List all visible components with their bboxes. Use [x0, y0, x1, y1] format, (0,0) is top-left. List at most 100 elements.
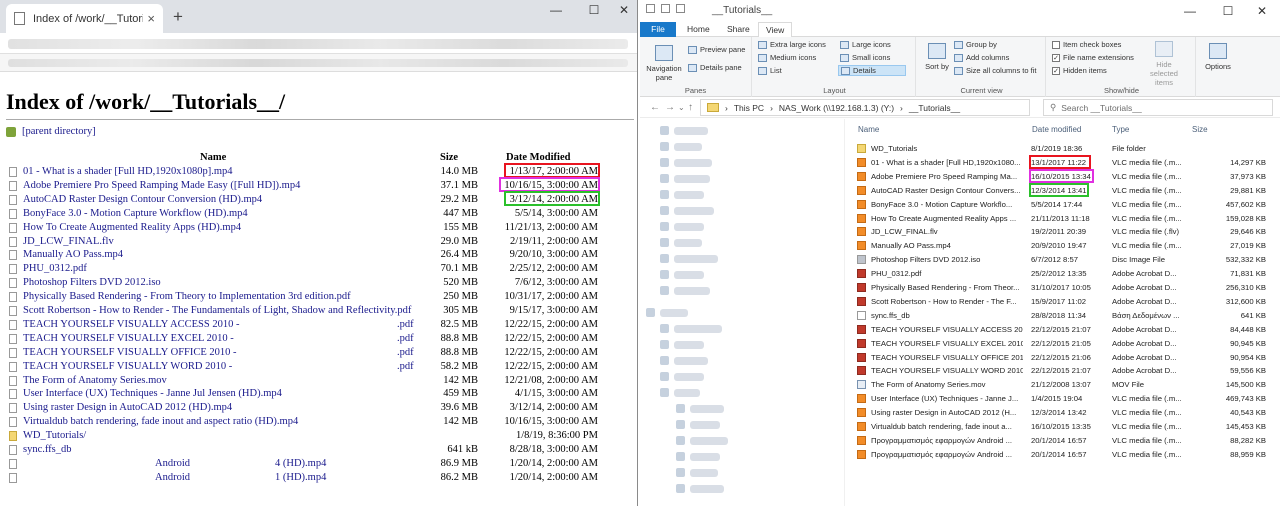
explorer-maximize-button[interactable]: ☐ — [1218, 4, 1238, 18]
explorer-minimize-button[interactable]: — — [1180, 4, 1200, 18]
close-button[interactable]: ✕ — [614, 3, 634, 17]
new-folder-icon[interactable] — [676, 4, 685, 13]
extra-large-icons-option[interactable]: Extra large icons — [758, 40, 826, 49]
file-link[interactable]: Android — [155, 458, 190, 469]
nav-item-blurred[interactable] — [660, 222, 704, 231]
file-link[interactable]: How To Create Augmented Reality Apps (HD… — [23, 222, 241, 233]
nav-item-blurred[interactable] — [646, 308, 688, 317]
file-link[interactable]: Virtualdub batch rendering, fade inout a… — [23, 416, 298, 427]
file-row[interactable]: How To Create Augmented Reality Apps ...… — [852, 211, 1280, 225]
tab-file[interactable]: File — [640, 22, 676, 37]
column-date-modified[interactable]: Date modified — [1032, 125, 1081, 134]
file-row[interactable]: The Form of Anatomy Series.mov 21/12/2008… — [852, 377, 1280, 391]
add-columns-button[interactable]: Add columns — [954, 53, 1009, 62]
nav-item-blurred[interactable] — [660, 286, 710, 295]
file-link[interactable]: Adobe Premiere Pro Speed Ramping Made Ea… — [23, 180, 300, 191]
nav-item-blurred[interactable] — [660, 356, 708, 365]
small-icons-option[interactable]: Small icons — [840, 53, 890, 62]
file-link[interactable]: Physically Based Rendering - From Theory… — [23, 291, 351, 302]
nav-item-blurred[interactable] — [660, 270, 704, 279]
nav-item-blurred[interactable] — [676, 420, 720, 429]
column-size[interactable]: Size — [1192, 125, 1208, 134]
maximize-button[interactable]: ☐ — [584, 3, 604, 17]
item-check-boxes-toggle[interactable]: Item check boxes — [1052, 40, 1121, 49]
medium-icons-option[interactable]: Medium icons — [758, 53, 816, 62]
file-name-extensions-checkbox[interactable]: ✓ — [1052, 53, 1060, 62]
back-arrow-icon[interactable]: ← — [650, 102, 660, 113]
file-link[interactable]: TEACH YOURSELF VISUALLY ACCESS 2010 - — [23, 319, 239, 330]
up-arrow-icon[interactable]: ↑ — [688, 102, 693, 113]
file-link[interactable]: Android — [155, 472, 190, 483]
file-link[interactable]: Photoshop Filters DVD 2012.iso — [23, 277, 161, 288]
nav-item-blurred[interactable] — [676, 404, 724, 413]
file-row[interactable]: PHU_0312.pdf 25/2/2012 13:35 Adobe Acrobat… — [852, 266, 1280, 280]
new-tab-button[interactable]: + — [173, 7, 183, 27]
tab-view[interactable]: View — [758, 22, 793, 37]
file-row[interactable]: TEACH YOURSELF VISUALLY ACCESS 2010 ... 2… — [852, 322, 1280, 336]
hidden-items-toggle[interactable]: ✓ Hidden items — [1052, 66, 1107, 75]
nav-item-blurred[interactable] — [676, 452, 720, 461]
options-button[interactable]: Options — [1202, 43, 1234, 71]
file-link[interactable]: The Form of Anatomy Series.mov — [23, 375, 167, 386]
file-row[interactable]: 01 - What is a shader [Full HD,1920x1080… — [852, 155, 1280, 169]
navigation-pane-button[interactable]: Navigation pane — [643, 45, 685, 82]
file-link-extension[interactable]: .pdf — [397, 319, 414, 330]
file-row[interactable]: Physically Based Rendering - From Theor.… — [852, 280, 1280, 294]
column-header-name[interactable]: Name — [200, 152, 226, 163]
nav-item-blurred[interactable] — [676, 468, 718, 477]
file-link[interactable]: TEACH YOURSELF VISUALLY EXCEL 2010 - — [23, 333, 234, 344]
breadcrumb[interactable]: › This PC › NAS_Work (\\192.168.1.3) (Y:… — [700, 99, 1030, 116]
breadcrumb-this-pc[interactable]: This PC — [734, 103, 764, 113]
file-link[interactable]: BonyFace 3.0 - Motion Capture Workflow (… — [23, 208, 248, 219]
hidden-items-checkbox[interactable]: ✓ — [1052, 66, 1060, 75]
column-header-size[interactable]: Size — [440, 152, 458, 163]
file-row[interactable]: AutoCAD Raster Design Contour Convers...… — [852, 183, 1280, 197]
nav-item-blurred[interactable] — [660, 158, 712, 167]
large-icons-option[interactable]: Large icons — [840, 40, 891, 49]
file-link[interactable]: PHU_0312.pdf — [23, 263, 87, 274]
file-row[interactable]: Scott Robertson - How to Render - The F.… — [852, 294, 1280, 308]
file-link-extension[interactable]: .pdf — [397, 361, 414, 372]
breadcrumb-nas-work[interactable]: NAS_Work (\\192.168.1.3) (Y:) — [779, 103, 894, 113]
file-link-extension[interactable]: 1 (HD).mp4 — [275, 472, 326, 483]
file-row[interactable]: WD_Tutorials 8/1/2019 18:36 File folder — [852, 141, 1280, 155]
file-link[interactable]: Using raster Design in AutoCAD 2012 (HD)… — [23, 402, 232, 413]
minimize-button[interactable]: — — [546, 3, 566, 17]
file-row[interactable]: Photoshop Filters DVD 2012.iso 6/7/2012 8… — [852, 252, 1280, 266]
list-option[interactable]: List — [758, 66, 782, 75]
nav-item-blurred[interactable] — [660, 388, 700, 397]
file-row[interactable]: Προγραμματισμός εφαρμογών Android ... 20/… — [852, 433, 1280, 447]
search-input[interactable]: Search __Tutorials__ — [1061, 103, 1141, 113]
search-box[interactable]: ⚲ Search __Tutorials__ — [1043, 99, 1273, 116]
file-row[interactable]: Προγραμματισμός εφαρμογών Android ... 20/… — [852, 447, 1280, 461]
file-row[interactable]: Adobe Premiere Pro Speed Ramping Ma... 16… — [852, 169, 1280, 183]
sort-by-button[interactable]: Sort by — [924, 43, 950, 71]
file-link[interactable]: WD_Tutorials/ — [23, 430, 86, 441]
file-row[interactable]: sync.ffs_db 28/8/2018 11:34 Βάση Δεδομένων… — [852, 308, 1280, 322]
details-pane-button[interactable]: Details pane — [688, 63, 742, 72]
group-by-button[interactable]: Group by — [954, 40, 997, 49]
explorer-close-button[interactable]: ✕ — [1252, 4, 1272, 18]
file-row[interactable]: Using raster Design in AutoCAD 2012 (H..… — [852, 405, 1280, 419]
file-link[interactable]: Scott Robertson - How to Render - The Fu… — [23, 305, 411, 316]
tab-share[interactable]: Share — [720, 22, 757, 37]
forward-arrow-icon[interactable]: → — [665, 102, 675, 113]
nav-item-blurred[interactable] — [660, 238, 702, 247]
properties-icon[interactable] — [661, 4, 670, 13]
nav-item-blurred[interactable] — [660, 126, 708, 135]
recent-chevron-icon[interactable]: ⌄ — [678, 103, 685, 112]
file-row[interactable]: Manually AO Pass.mp4 20/9/2010 19:47 VLC m… — [852, 238, 1280, 252]
nav-item-blurred[interactable] — [660, 174, 710, 183]
hide-selected-items-button[interactable]: Hide selected items — [1144, 41, 1184, 87]
file-link-extension[interactable]: .pdf — [397, 347, 414, 358]
browser-tab[interactable]: Index of /work/__Tutorials__/ × — [6, 4, 163, 33]
file-link[interactable]: Manually AO Pass.mp4 — [23, 249, 123, 260]
folder-icon[interactable] — [646, 4, 655, 13]
file-link[interactable]: sync.ffs_db — [23, 444, 72, 455]
file-link[interactable]: AutoCAD Raster Design Contour Conversion… — [23, 194, 262, 205]
column-header-date[interactable]: Date Modified — [506, 152, 570, 163]
nav-item-blurred[interactable] — [660, 190, 704, 199]
parent-directory-link[interactable]: [parent directory] — [6, 126, 96, 137]
nav-item-blurred[interactable] — [660, 254, 718, 263]
column-type[interactable]: Type — [1112, 125, 1129, 134]
